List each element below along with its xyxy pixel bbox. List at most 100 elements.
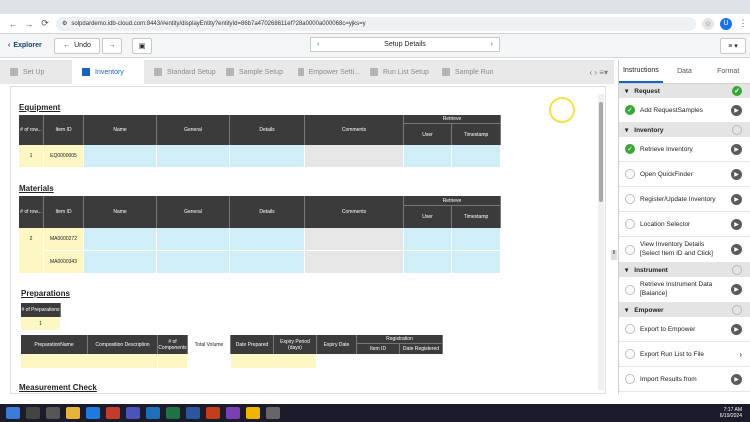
prep-name-cell[interactable]	[21, 354, 158, 369]
setup-details-nav: ‹ Setup Details ›	[310, 37, 500, 52]
outlook-icon[interactable]	[146, 407, 160, 419]
tab-empower-settings[interactable]: Empower Setti...	[288, 60, 360, 84]
bookmark-star-icon[interactable]: ☆	[702, 17, 714, 30]
row-count-cell[interactable]: 1	[19, 145, 44, 168]
explorer-button[interactable]: ‹ Explorer	[8, 42, 52, 49]
app-icon[interactable]	[266, 407, 280, 419]
tab-sample-run[interactable]: Sample Run	[432, 60, 504, 84]
step-import-results[interactable]: Import Results from ▶	[619, 367, 750, 392]
browser-menu-icon[interactable]: ⋮	[738, 18, 748, 29]
chrome-icon[interactable]	[246, 407, 260, 419]
windows-start-icon[interactable]	[6, 407, 20, 419]
user-cell[interactable]	[404, 251, 452, 274]
section-empower[interactable]: ▾ Empower	[619, 303, 750, 317]
name-cell[interactable]	[84, 228, 157, 251]
tab-sample-setup[interactable]: Sample Setup	[216, 60, 288, 84]
play-icon[interactable]: ▶	[731, 143, 742, 155]
powerpoint-icon[interactable]	[206, 407, 220, 419]
section-instrument[interactable]: ▾ Instrument	[619, 263, 750, 277]
url-field[interactable]: ⚙ solpdardemo.idb-cloud.com:8443/#entity…	[56, 16, 696, 31]
name-cell[interactable]	[84, 251, 157, 274]
play-icon[interactable]: ▶	[731, 193, 742, 205]
tab-format[interactable]: Format	[706, 60, 750, 83]
app-icon[interactable]	[106, 407, 120, 419]
edge-icon[interactable]	[86, 407, 100, 419]
timestamp-cell[interactable]	[452, 228, 501, 251]
step-retrieve-inventory[interactable]: ✓ Retrieve Inventory ▶	[619, 137, 750, 162]
excel-icon[interactable]	[166, 407, 180, 419]
tab-scroll-controls[interactable]: ‹ › ≡▾	[590, 68, 608, 77]
onenote-icon[interactable]	[226, 407, 240, 419]
comments-cell[interactable]	[305, 251, 404, 274]
save-button[interactable]: ▣	[132, 37, 152, 54]
task-view-icon[interactable]	[46, 407, 60, 419]
system-clock[interactable]: 7:17 AM 6/19/2024	[720, 407, 742, 419]
teams-icon[interactable]	[126, 407, 140, 419]
row-count-cell[interactable]: 2	[19, 228, 44, 274]
back-icon[interactable]: ←	[8, 19, 18, 29]
app-menu-button[interactable]: ≡ ▾	[720, 38, 746, 54]
prep-date-cell[interactable]	[231, 354, 317, 369]
user-cell[interactable]	[404, 228, 452, 251]
step-register-update-inventory[interactable]: Register/Update Inventory ▶	[619, 187, 750, 212]
general-cell[interactable]	[157, 228, 230, 251]
comments-cell[interactable]	[305, 228, 404, 251]
play-icon[interactable]: ▶	[731, 104, 742, 116]
general-cell[interactable]	[157, 145, 230, 168]
tab-set-up[interactable]: Set Up	[0, 60, 72, 84]
name-cell[interactable]	[84, 145, 157, 168]
play-icon[interactable]: ▶	[731, 284, 742, 295]
step-add-request-samples[interactable]: ✓ Add RequestSamples ▶	[619, 98, 750, 123]
search-icon[interactable]	[26, 407, 40, 419]
play-icon[interactable]: ▶	[731, 168, 742, 180]
comments-cell[interactable]	[305, 145, 404, 168]
section-request[interactable]: ▾ Request ✓	[619, 84, 750, 98]
col-header: Composition Description	[88, 335, 158, 354]
step-location-selector[interactable]: Location Selector ▶	[619, 212, 750, 237]
word-icon[interactable]	[186, 407, 200, 419]
item-id-cell[interactable]: MA0000272	[44, 228, 84, 251]
content-scrollbar[interactable]	[598, 94, 604, 390]
user-cell[interactable]	[404, 145, 452, 168]
profile-avatar[interactable]: U	[720, 17, 732, 30]
tab-run-list-setup[interactable]: Run List Setup	[360, 60, 432, 84]
tab-instructions[interactable]: Instructions	[619, 60, 663, 83]
forward-icon[interactable]: →	[24, 19, 34, 29]
undo-button[interactable]: ← Undo	[54, 37, 100, 54]
chevron-right-icon[interactable]: ›	[739, 350, 742, 359]
tab-inventory[interactable]: Inventory	[72, 60, 144, 84]
prep-components-cell[interactable]	[158, 354, 188, 369]
play-icon[interactable]: ▶	[731, 244, 742, 255]
col-header: Total Volume	[188, 335, 231, 354]
play-icon[interactable]: ▶	[731, 218, 742, 230]
next-chevron-icon[interactable]: ›	[491, 41, 493, 48]
timestamp-cell[interactable]	[452, 145, 501, 168]
col-header: Item ID	[357, 344, 400, 354]
timestamp-cell[interactable]	[452, 251, 501, 274]
details-cell[interactable]	[230, 251, 305, 274]
panel-collapse-handle[interactable]: ‖	[611, 250, 617, 260]
item-id-cell[interactable]: EQ0000005	[44, 145, 84, 168]
tab-data[interactable]: Data	[663, 60, 707, 83]
col-header: Timestamp	[452, 124, 501, 145]
step-open-quickfinder[interactable]: Open QuickFinder ▶	[619, 162, 750, 187]
item-id-cell[interactable]: MA0000343	[44, 251, 84, 274]
scrollbar-thumb[interactable]	[599, 102, 603, 202]
play-icon[interactable]: ▶	[731, 373, 742, 385]
prep-count-cell[interactable]: 1	[21, 317, 61, 331]
file-explorer-icon[interactable]	[66, 407, 80, 419]
step-export-to-empower[interactable]: Export to Empower ▶	[619, 317, 750, 342]
site-info-icon[interactable]: ⚙	[62, 20, 67, 27]
redo-button[interactable]: →	[102, 37, 122, 54]
reload-icon[interactable]: ⟳	[40, 18, 50, 29]
step-view-inventory-details[interactable]: View Inventory Details [Select Item ID an…	[619, 237, 750, 263]
details-cell[interactable]	[230, 228, 305, 251]
prev-chevron-icon[interactable]: ‹	[317, 41, 319, 48]
general-cell[interactable]	[157, 251, 230, 274]
step-retrieve-instrument-data[interactable]: Retrieve Instrument Data [Balance] ▶	[619, 277, 750, 303]
tab-standard-setup[interactable]: Standard Setup	[144, 60, 216, 84]
step-export-run-list[interactable]: Export Run List to File ›	[619, 342, 750, 367]
play-icon[interactable]: ▶	[731, 323, 742, 335]
section-inventory[interactable]: ▾ Inventory	[619, 123, 750, 137]
details-cell[interactable]	[230, 145, 305, 168]
